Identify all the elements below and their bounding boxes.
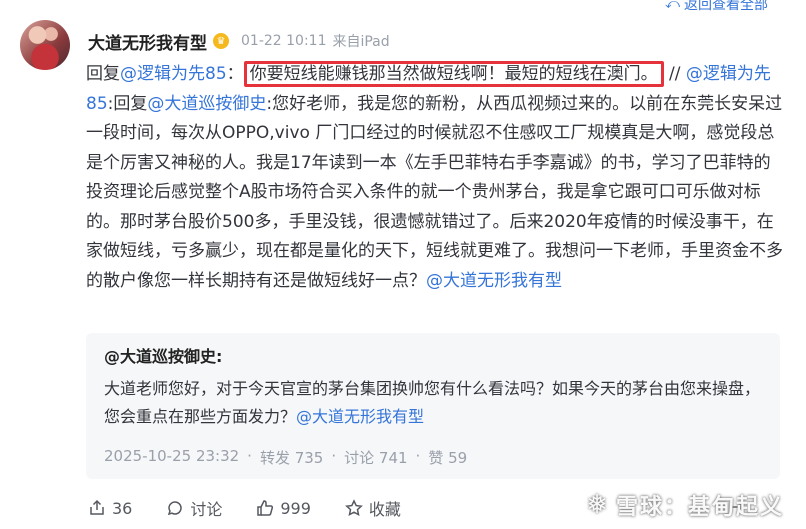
favorite-label: 收藏	[368, 500, 401, 519]
favorite-button[interactable]: 收藏	[345, 496, 401, 520]
dot-separator: ·	[415, 447, 421, 465]
mention-link[interactable]: @大道无形我有型	[296, 407, 424, 426]
avatar[interactable]	[20, 20, 70, 70]
highlighted-text: 你要短线能赚钱那当然做短线啊！最短的短线在澳门。	[243, 61, 664, 87]
share-count: 36	[112, 498, 133, 518]
mention-link[interactable]: @逻辑为先85	[120, 64, 227, 84]
snowball-logo-icon: ❅	[586, 490, 610, 520]
post-body: :您好老师，我是您的新粉，从西瓜视频过来的。以前在东莞长安呆过一段时间，每次从O…	[86, 93, 783, 291]
quote-comment-count: 讨论 741	[344, 449, 408, 467]
dot-separator: ·	[331, 447, 337, 465]
reply-prefix: 回复	[86, 64, 120, 84]
share-button[interactable]: 36	[88, 499, 132, 518]
share-icon	[90, 499, 104, 515]
post-content: 回复@逻辑为先85： 你要短线能赚钱那当然做短线啊！最短的短线在澳门。 // @逻…	[86, 60, 786, 296]
crown-badge-icon: ♛	[213, 33, 229, 49]
back-to-all-label: 返回查看全部	[684, 0, 768, 13]
mention-link[interactable]: @大道无形我有型	[426, 271, 562, 291]
action-bar: 36 讨论 999 收藏	[88, 496, 401, 520]
like-button[interactable]: 999	[256, 499, 311, 518]
comment-icon	[168, 501, 183, 516]
quote-meta: 2025-10-25 23:32 · 转发 735 · 讨论 741 · 赞 5…	[104, 447, 762, 468]
comment-label: 讨论	[190, 500, 223, 519]
thumbs-up-icon	[257, 500, 274, 516]
like-count: 999	[280, 498, 311, 518]
watermark-text: 雪球：基甸起义	[615, 495, 784, 520]
username[interactable]: 大道无形我有型	[88, 29, 207, 54]
quote-repost-count: 转发 735	[259, 449, 324, 467]
quote-like-count: 赞 59	[428, 449, 468, 467]
post-header: 大道无形我有型 ♛ 01-22 10:11 来自iPad	[88, 29, 390, 54]
comment-button[interactable]: 讨论	[166, 496, 222, 520]
quote-author[interactable]: @大道巡按御史:	[104, 345, 762, 369]
mention-link[interactable]: @大道巡按御史	[147, 94, 266, 114]
dot-separator: ·	[247, 447, 252, 465]
quote-body: 大道老师您好，对于今天官宣的茅台集团换帅您有什么看法吗？如果今天的茅台由您来操盘…	[104, 379, 761, 426]
quoted-post[interactable]: @大道巡按御史: 大道老师您好，对于今天官宣的茅台集团换帅您有什么看法吗？如果今…	[86, 333, 780, 479]
separator: //	[663, 64, 686, 84]
star-icon	[345, 499, 363, 517]
quote-date: 2025-10-25 23:32	[104, 447, 240, 465]
colon: ：	[226, 64, 244, 84]
back-to-all-link[interactable]: ⤺ 返回查看全部	[665, 0, 768, 14]
reply-mid: :回复	[107, 93, 148, 114]
post-source: 来自iPad	[332, 34, 390, 50]
post-time[interactable]: 01-22 10:11	[241, 33, 326, 49]
watermark: ❅ 雪球：基甸起义	[586, 489, 784, 521]
quote-text: 大道老师您好，对于今天官宣的茅台集团换帅您有什么看法吗？如果今天的茅台由您来操盘…	[104, 375, 762, 431]
return-arrow-icon: ⤺	[665, 0, 680, 12]
